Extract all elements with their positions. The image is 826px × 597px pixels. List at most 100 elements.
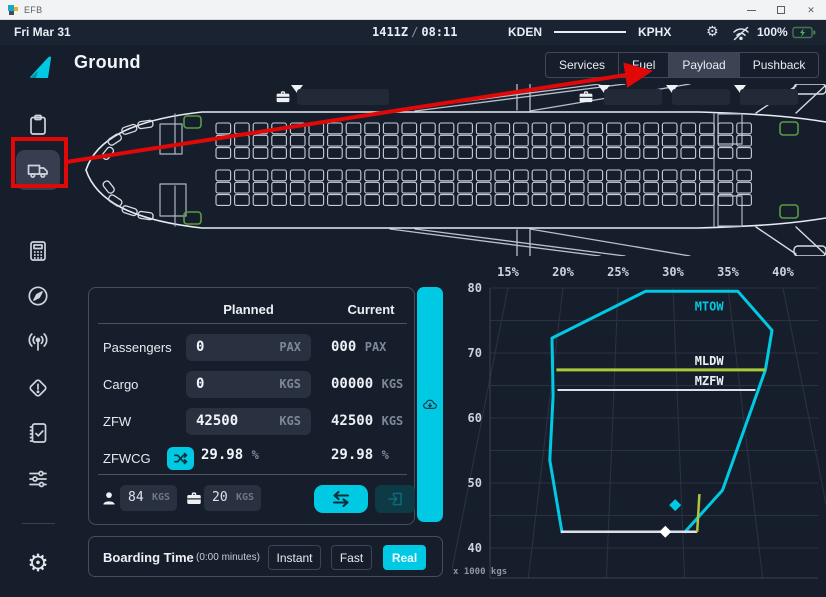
seat[interactable]	[718, 182, 733, 193]
seat[interactable]	[607, 195, 622, 206]
seat[interactable]	[272, 148, 287, 159]
seat[interactable]	[625, 182, 640, 193]
tab-payload[interactable]: Payload	[668, 52, 739, 78]
seat[interactable]	[421, 135, 436, 146]
seat[interactable]	[421, 170, 436, 181]
seat[interactable]	[458, 123, 473, 134]
seat[interactable]	[607, 182, 622, 193]
seat[interactable]	[514, 182, 529, 193]
seat[interactable]	[383, 135, 398, 146]
seat[interactable]	[476, 182, 491, 193]
seat[interactable]	[681, 170, 696, 181]
seat[interactable]	[216, 182, 231, 193]
seat[interactable]	[514, 195, 529, 206]
seat[interactable]	[514, 135, 529, 146]
seat[interactable]	[644, 195, 659, 206]
seat[interactable]	[402, 123, 417, 134]
seat[interactable]	[235, 182, 250, 193]
seat[interactable]	[476, 195, 491, 206]
sidebar-item-presets[interactable]	[16, 459, 60, 499]
seat[interactable]	[532, 135, 547, 146]
seat[interactable]	[495, 135, 510, 146]
seat[interactable]	[309, 195, 324, 206]
seat[interactable]	[439, 182, 454, 193]
bag-weight-input[interactable]: 20KGS	[204, 485, 261, 511]
seat[interactable]	[625, 195, 640, 206]
seat[interactable]	[402, 135, 417, 146]
seat[interactable]	[662, 135, 677, 146]
seat[interactable]	[402, 182, 417, 193]
seat[interactable]	[402, 195, 417, 206]
seat[interactable]	[216, 195, 231, 206]
seat[interactable]	[439, 148, 454, 159]
seat[interactable]	[421, 148, 436, 159]
maximize-button[interactable]	[766, 0, 796, 20]
seat[interactable]	[346, 135, 361, 146]
seat[interactable]	[700, 148, 715, 159]
seat[interactable]	[328, 135, 343, 146]
seat[interactable]	[272, 123, 287, 134]
seat[interactable]	[216, 123, 231, 134]
seatmap[interactable]	[80, 84, 826, 256]
seat[interactable]	[607, 135, 622, 146]
seat[interactable]	[625, 170, 640, 181]
seat[interactable]	[607, 170, 622, 181]
tab-services[interactable]: Services	[545, 52, 619, 78]
seat[interactable]	[588, 182, 603, 193]
boarding-option-real[interactable]: Real	[383, 545, 426, 570]
seat[interactable]	[365, 148, 380, 159]
seat[interactable]	[235, 123, 250, 134]
seat[interactable]	[328, 182, 343, 193]
seat[interactable]	[495, 170, 510, 181]
seat[interactable]	[718, 148, 733, 159]
seat[interactable]	[569, 135, 584, 146]
seat[interactable]	[700, 170, 715, 181]
seat[interactable]	[514, 123, 529, 134]
seat[interactable]	[458, 148, 473, 159]
seat[interactable]	[253, 170, 268, 181]
seat[interactable]	[662, 182, 677, 193]
sidebar-item-checklists[interactable]	[16, 413, 60, 453]
seat[interactable]	[681, 135, 696, 146]
seat[interactable]	[662, 170, 677, 181]
seat[interactable]	[532, 148, 547, 159]
seat[interactable]	[476, 148, 491, 159]
pax-weight-input[interactable]: 84KGS	[120, 485, 177, 511]
seat[interactable]	[346, 182, 361, 193]
seat[interactable]	[681, 195, 696, 206]
seat[interactable]	[383, 123, 398, 134]
seat[interactable]	[607, 148, 622, 159]
seat[interactable]	[421, 195, 436, 206]
seat[interactable]	[253, 123, 268, 134]
seat[interactable]	[365, 195, 380, 206]
seat[interactable]	[569, 182, 584, 193]
seat[interactable]	[495, 123, 510, 134]
seat[interactable]	[737, 148, 752, 159]
seat[interactable]	[551, 182, 566, 193]
seat[interactable]	[458, 135, 473, 146]
seat[interactable]	[309, 148, 324, 159]
seat[interactable]	[514, 148, 529, 159]
seat[interactable]	[346, 123, 361, 134]
seat[interactable]	[551, 195, 566, 206]
seat[interactable]	[625, 123, 640, 134]
seat[interactable]	[402, 170, 417, 181]
seat[interactable]	[532, 182, 547, 193]
seat[interactable]	[532, 195, 547, 206]
seat[interactable]	[625, 148, 640, 159]
seat[interactable]	[383, 195, 398, 206]
zfw-input[interactable]: 42500KGS	[186, 408, 311, 435]
seat[interactable]	[662, 123, 677, 134]
seat[interactable]	[365, 135, 380, 146]
seat[interactable]	[253, 148, 268, 159]
seat[interactable]	[290, 195, 305, 206]
seat[interactable]	[737, 123, 752, 134]
tab-fuel[interactable]: Fuel	[618, 52, 669, 78]
seat[interactable]	[700, 123, 715, 134]
seat[interactable]	[309, 170, 324, 181]
seat[interactable]	[458, 170, 473, 181]
seat[interactable]	[569, 148, 584, 159]
seat[interactable]	[421, 182, 436, 193]
seat[interactable]	[309, 182, 324, 193]
seat[interactable]	[216, 148, 231, 159]
